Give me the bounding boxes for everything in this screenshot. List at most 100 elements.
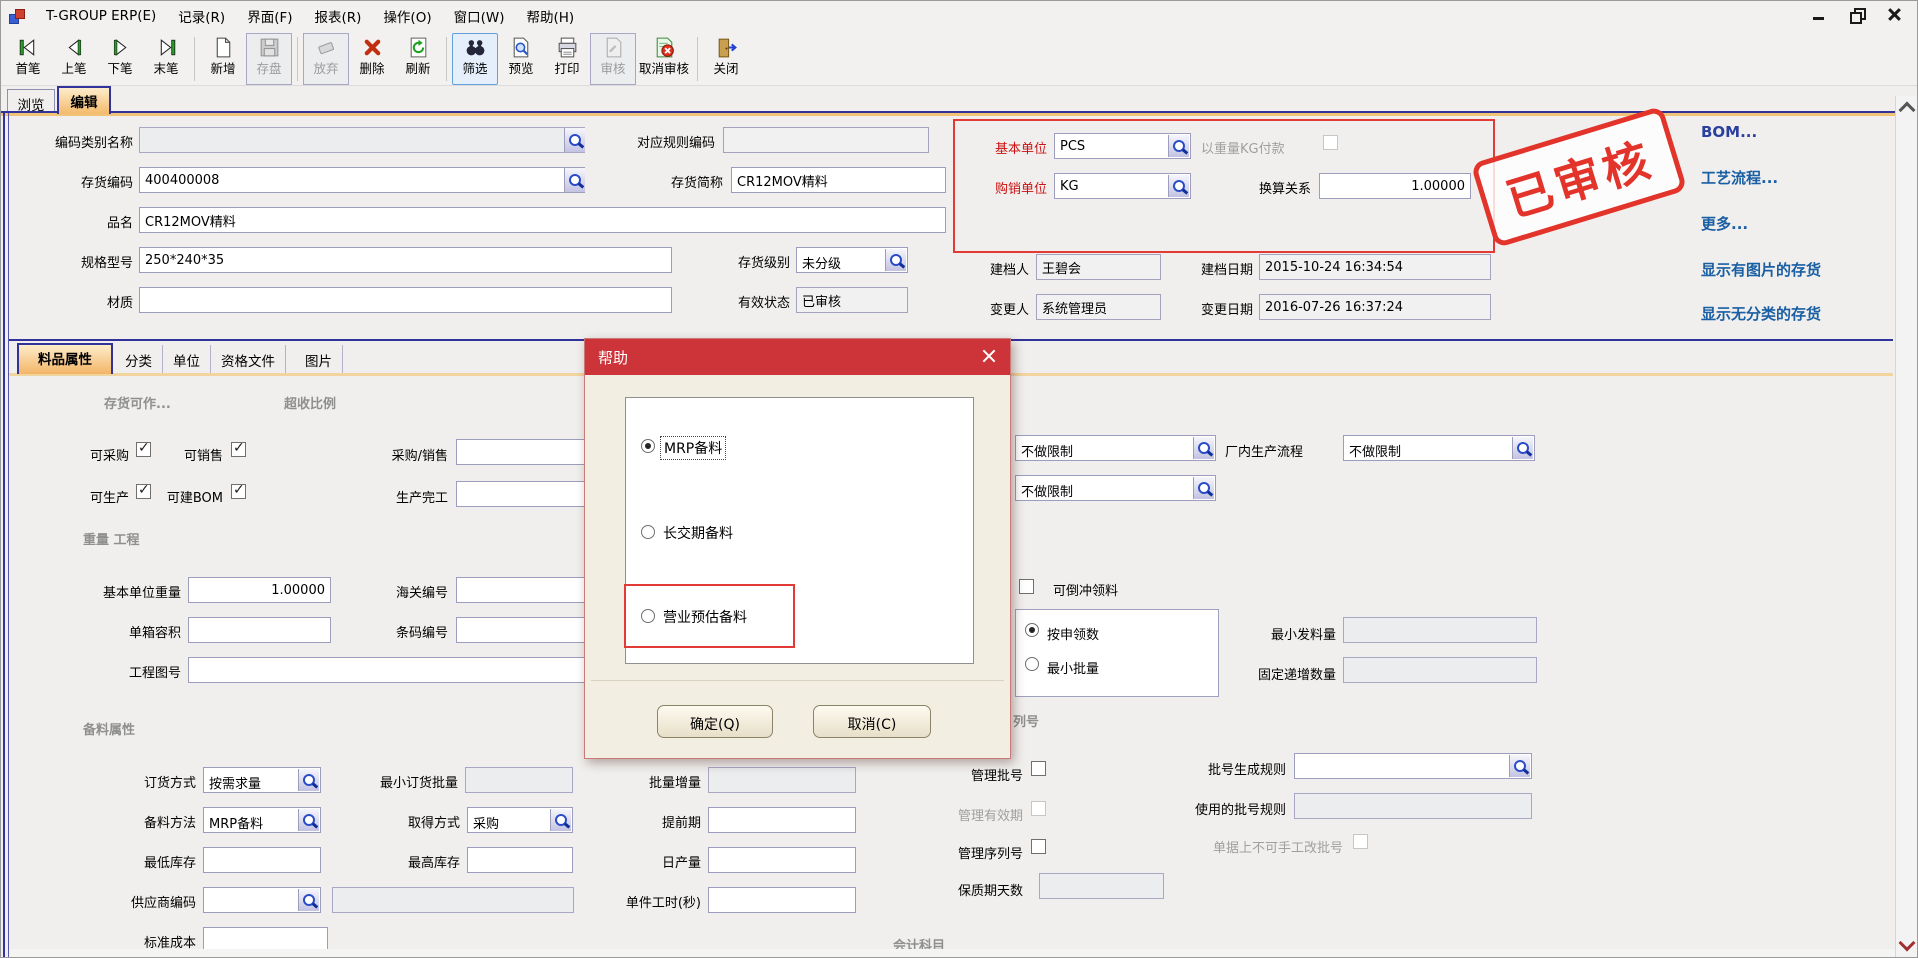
option-mrp-radio[interactable]: [641, 439, 655, 453]
lead-time-input[interactable]: [708, 807, 856, 833]
can-sell-checkbox[interactable]: [231, 442, 246, 457]
last-record-button[interactable]: 末笔: [143, 33, 189, 85]
link-process-flow[interactable]: 工艺流程...: [1701, 167, 1778, 188]
can-buy-checkbox[interactable]: [136, 442, 151, 457]
order-mode-lookup-button[interactable]: [298, 769, 319, 791]
short-name-label: 存货简称: [641, 172, 723, 191]
new-button[interactable]: 新增: [200, 33, 246, 85]
supplier-code-combo[interactable]: [203, 887, 321, 913]
base-unit-weight-input[interactable]: [188, 577, 331, 603]
prep-method-lookup-button[interactable]: [298, 809, 319, 831]
buy-sell-ratio-input[interactable]: [456, 439, 602, 465]
dialog-cancel-button[interactable]: 取消(C): [813, 705, 931, 738]
inventory-code-lookup-button[interactable]: [564, 168, 585, 192]
limit-combo-2[interactable]: 不做限制: [1015, 475, 1216, 501]
dialog-title-bar[interactable]: 帮助: [585, 339, 1010, 375]
link-show-with-images[interactable]: 显示有图片的存货: [1701, 259, 1821, 280]
can-produce-checkbox[interactable]: [136, 484, 151, 499]
link-bom[interactable]: BOM...: [1701, 123, 1757, 141]
inventory-level-lookup-button[interactable]: [885, 249, 906, 271]
option-longlead-radio[interactable]: [641, 525, 655, 539]
filter-button[interactable]: 筛选: [452, 33, 498, 85]
by-request-radio[interactable]: [1025, 623, 1039, 637]
min-stock-input[interactable]: [203, 847, 321, 873]
delete-button[interactable]: 删除: [349, 33, 395, 85]
menu-app[interactable]: T-GROUP ERP(E): [35, 8, 167, 24]
close-icon[interactable]: [1887, 7, 1903, 23]
trade-unit-lookup-button[interactable]: [1168, 175, 1189, 197]
daily-output-input[interactable]: [708, 847, 856, 873]
supplier-lookup-button[interactable]: [298, 889, 319, 911]
conversion-input[interactable]: [1319, 173, 1471, 199]
first-record-button[interactable]: 首笔: [5, 33, 51, 85]
limit1-lookup-button[interactable]: [1193, 437, 1214, 459]
factory-flow-lookup-button[interactable]: [1512, 437, 1533, 459]
drawing-number-input[interactable]: [188, 657, 602, 683]
link-more[interactable]: 更多...: [1701, 213, 1748, 234]
erp-window: T-GROUP ERP(E) 记录(R) 界面(F) 报表(R) 操作(O) 窗…: [0, 0, 1918, 958]
base-unit-lookup-button[interactable]: [1168, 135, 1189, 157]
subtab-unit[interactable]: 单位: [163, 345, 211, 373]
prep-method-combo[interactable]: MRP备料: [203, 807, 321, 833]
code-category-input[interactable]: [139, 127, 585, 153]
dialog-ok-button[interactable]: 确定(Q): [657, 705, 773, 738]
subtab-image[interactable]: 图片: [295, 345, 343, 373]
short-name-input[interactable]: [731, 167, 946, 193]
binoculars-icon: [463, 35, 488, 60]
manage-serial-checkbox[interactable]: [1031, 839, 1046, 854]
material-input[interactable]: [139, 287, 672, 313]
inventory-code-input[interactable]: [139, 167, 585, 193]
limit-combo-1[interactable]: 不做限制: [1015, 435, 1216, 461]
manage-batch-checkbox[interactable]: [1031, 761, 1046, 776]
barcode-input[interactable]: [456, 617, 602, 643]
link-show-unclassified[interactable]: 显示无分类的存货: [1701, 303, 1821, 324]
subtab-classification[interactable]: 分类: [115, 345, 163, 373]
scroll-down-button[interactable]: [1896, 933, 1917, 957]
menu-report[interactable]: 报表(R): [304, 6, 373, 26]
order-mode-combo[interactable]: 按需求量: [203, 767, 321, 793]
option-mrp-label[interactable]: MRP备料: [661, 437, 725, 459]
can-bom-checkbox[interactable]: [231, 484, 246, 499]
batch-rule-lookup-button[interactable]: [1509, 755, 1530, 777]
subtab-qualification[interactable]: 资格文件: [211, 345, 286, 373]
menu-interface[interactable]: 界面(F): [236, 6, 303, 26]
product-name-input[interactable]: [139, 207, 946, 233]
customs-code-input[interactable]: [456, 577, 602, 603]
menu-window[interactable]: 窗口(W): [443, 6, 516, 26]
min-batch-radio[interactable]: [1025, 657, 1039, 671]
subtab-item-properties[interactable]: 料品属性: [17, 343, 113, 374]
factory-flow-combo[interactable]: 不做限制: [1343, 435, 1535, 461]
spec-input[interactable]: [139, 247, 672, 273]
menu-help[interactable]: 帮助(H): [516, 6, 586, 26]
restore-icon[interactable]: [1849, 7, 1865, 23]
next-record-button[interactable]: 下笔: [97, 33, 143, 85]
tab-browse[interactable]: 浏览: [7, 89, 55, 112]
batch-rule-combo[interactable]: [1294, 753, 1532, 779]
backflush-checkbox[interactable]: [1019, 579, 1034, 594]
box-volume-input[interactable]: [188, 617, 331, 643]
limit2-lookup-button[interactable]: [1193, 477, 1214, 499]
minimize-icon[interactable]: [1811, 7, 1827, 23]
acquire-mode-lookup-button[interactable]: [550, 809, 571, 831]
base-unit-combo[interactable]: PCS: [1054, 133, 1191, 159]
vertical-scrollbar[interactable]: [1895, 96, 1917, 957]
production-done-input[interactable]: [456, 481, 602, 507]
cancel-audit-button[interactable]: 取消审核: [636, 33, 692, 85]
prev-record-button[interactable]: 上笔: [51, 33, 97, 85]
scroll-up-button[interactable]: [1896, 96, 1917, 120]
option-longlead-label[interactable]: 长交期备料: [663, 523, 733, 543]
menu-operate[interactable]: 操作(O): [372, 6, 442, 26]
close-form-button[interactable]: 关闭: [703, 33, 749, 85]
max-stock-input[interactable]: [467, 847, 573, 873]
dialog-close-icon[interactable]: [980, 347, 998, 365]
menu-record[interactable]: 记录(R): [167, 6, 236, 26]
tab-edit[interactable]: 编辑: [57, 86, 111, 114]
preview-button[interactable]: 预览: [498, 33, 544, 85]
unit-time-input[interactable]: [708, 887, 856, 913]
trade-unit-combo[interactable]: KG: [1054, 173, 1191, 199]
acquire-mode-combo[interactable]: 采购: [467, 807, 573, 833]
code-category-lookup-button[interactable]: [564, 128, 585, 152]
inventory-level-combo[interactable]: 未分级: [796, 247, 908, 273]
refresh-button[interactable]: 刷新: [395, 33, 441, 85]
print-button[interactable]: 打印: [544, 33, 590, 85]
